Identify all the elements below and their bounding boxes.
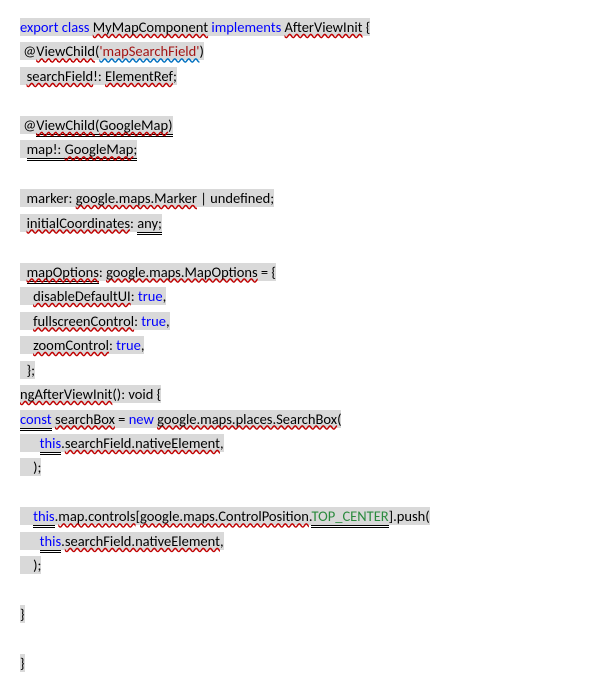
code-line: this.map.controls[google.maps.ControlPos… [20,505,576,527]
code-line: ); [20,456,576,478]
code-line: ngAfterViewInit(): void { [20,383,576,405]
code-line: ); [20,554,576,576]
code-line: this.searchField.nativeElement, [20,530,576,552]
code-line: @ViewChild(GoogleMap) [20,114,576,136]
code-line: @ViewChild('mapSearchField') [20,40,576,62]
code-line: const searchBox = new google.maps.places… [20,408,576,430]
code-line: mapOptions: google.maps.MapOptions = { [20,261,576,283]
code-line: export class MyMapComponent implements A… [20,16,576,38]
code-line: fullscreenControl: true, [20,310,576,332]
code-line: }; [20,359,576,381]
code-line: map!: GoogleMap; [20,138,576,160]
blank-line [20,481,576,503]
blank-line [20,579,576,601]
blank-line [20,89,576,111]
blank-line [20,163,576,185]
code-line: disableDefaultUI: true, [20,285,576,307]
blank-line [20,628,576,650]
code-line: marker: google.maps.Marker | undefined; [20,187,576,209]
blank-line [20,236,576,258]
code-line: } [20,652,576,674]
code-line: this.searchField.nativeElement, [20,432,576,454]
code-line: } [20,603,576,625]
code-line: searchField!: ElementRef; [20,65,576,87]
code-block: export class MyMapComponent implements A… [20,16,576,675]
code-line: initialCoordinates: any; [20,212,576,234]
code-line: zoomControl: true, [20,334,576,356]
